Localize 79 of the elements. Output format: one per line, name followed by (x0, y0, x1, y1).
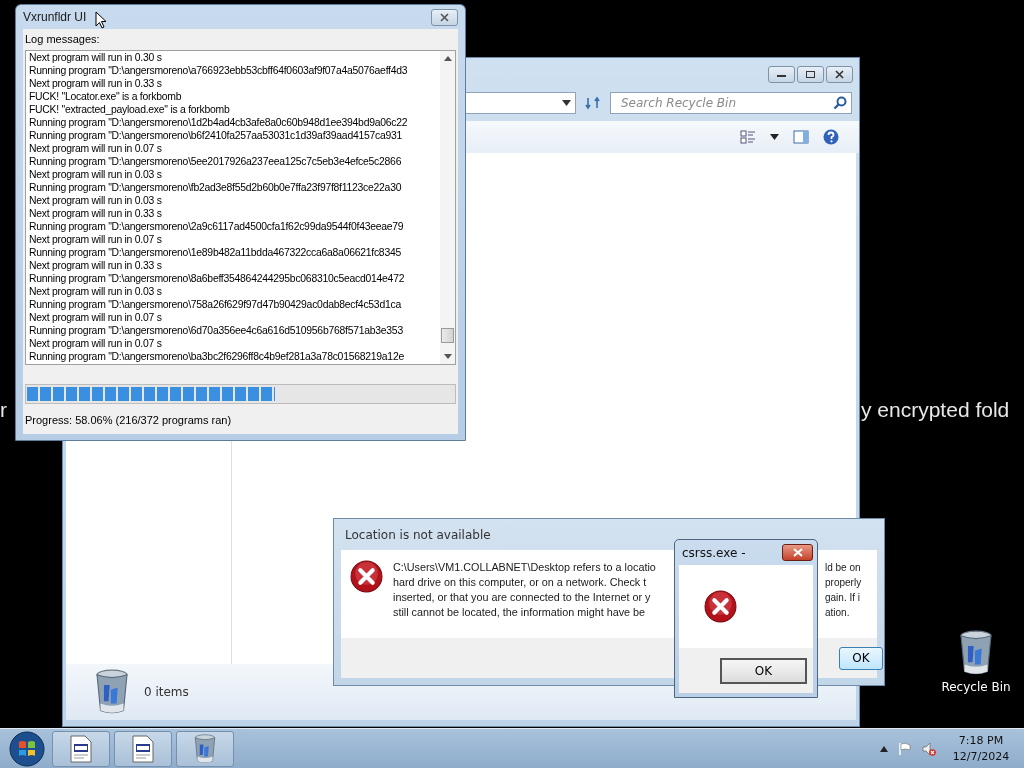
close-button[interactable] (826, 66, 853, 83)
message-text: ation. (825, 606, 851, 620)
minimize-button[interactable] (768, 66, 795, 83)
scroll-down-icon[interactable] (443, 354, 452, 359)
log-line: Next program will run in 0.30 s (29, 51, 163, 64)
item-count: 0 items (144, 685, 189, 699)
flag-icon[interactable] (898, 741, 912, 756)
dialog-title: csrss.exe - (681, 545, 746, 560)
search-field[interactable]: Search Recycle Bin (619, 95, 833, 111)
document-icon (131, 734, 155, 763)
error-icon (350, 560, 383, 593)
message-text: properly (825, 576, 863, 590)
message-text: ld be on (825, 561, 862, 575)
recycle-bin-icon (958, 630, 994, 676)
search-box[interactable]: Search Recycle Bin (610, 92, 852, 114)
maximize-icon (805, 70, 816, 79)
cursor-icon (95, 11, 107, 29)
recycle-bin-icon (193, 733, 217, 764)
dialog-title: Location is not available (344, 526, 492, 544)
log-line: Next program will run in 0.33 s (29, 207, 163, 220)
log-line: Next program will run in 0.33 s (29, 77, 163, 90)
close-icon (834, 70, 845, 79)
desktop-icon-label[interactable]: Recycle Bin (941, 680, 1011, 694)
log-line: Next program will run in 0.33 s (29, 259, 163, 272)
log-line: Running program "D:\angersmoreno\fb2ad3e8f55d2b60b0e7ffa23f97f8f1123ce22a30 (29, 181, 403, 194)
log-line: Running program "D:\angersmoreno\ba3bc2f6296ff8c4b9ef281a3a78c01568219a12e (29, 350, 405, 363)
clock-date[interactable]: 12/7/2024 (952, 748, 1010, 765)
message-text: inserted, or that you are connected to the Internet or y (393, 590, 652, 605)
maximize-button[interactable] (797, 66, 824, 83)
log-line: Running program "D:\angersmoreno\8a6beff354864244295bc068310c5eacd014e472 (29, 272, 406, 285)
log-line: Next program will run in 0.03 s (29, 168, 163, 181)
log-line: Running program "D:\angersmoreno\1d2b4ad4cb3afe8a0c60b948d1ee394bd9a06c22 (29, 116, 409, 129)
log-line: Running program "D:\angersmoreno\b6f2410fa257aa53031c1d39af39aad4157ca931 (29, 129, 404, 142)
log-line: Next program will run in 0.07 s (29, 311, 163, 324)
log-line: Next program will run in 0.07 s (29, 233, 163, 246)
log-line: Next program will run in 0.03 s (29, 285, 163, 298)
message-text: C:\Users\VM1.COLLABNET\Desktop refers to a locatio (393, 560, 657, 575)
log-line: FUCK! "Locator.exe" is a forkbomb (29, 90, 183, 103)
log-line: Running program "D:\angersmoreno\5ee2017926a237eea125c7c5eb3e4efce5c2866 (29, 155, 403, 168)
view-options-icon[interactable] (740, 129, 756, 145)
recycle-bin-icon (94, 669, 130, 715)
log-line: FUCK! "extracted_payload.exe" is a forkbomb (29, 103, 231, 116)
taskbar-button[interactable] (114, 730, 172, 767)
close-button[interactable] (431, 8, 458, 26)
start-button[interactable] (8, 729, 46, 768)
help-icon[interactable] (823, 129, 839, 145)
scroll-up-icon[interactable] (443, 56, 452, 61)
scrollbar[interactable] (440, 51, 455, 364)
log-line: Running program "D:\angersmoreno\6d70a356ee4c6a616d510956b768f571ab3e353 (29, 324, 404, 337)
log-line: Running program "D:\angersmoreno\a766923ebb53cbff64f0603af9f07a4a5076aeff4d3 (29, 64, 409, 77)
log-line: Running program "D:\angersmoreno\758a26f629f97d47b90429ac0dab8ecf4c53d1ca (29, 298, 402, 311)
show-hidden-icons-icon[interactable] (880, 745, 888, 752)
message-text: hard drive on this computer, or on a network. Check t (393, 575, 648, 590)
close-icon (439, 12, 450, 22)
window-title: Vxrunfldr UI (23, 10, 87, 24)
banner-text: y encrypted fold (861, 398, 1010, 422)
close-button[interactable] (782, 544, 813, 561)
ok-button[interactable]: OK (720, 657, 807, 684)
log-line: Next program will run in 0.07 s (29, 142, 163, 155)
ok-button[interactable]: OK (839, 646, 883, 670)
taskbar-button[interactable] (52, 730, 110, 767)
scrollbar-thumb[interactable] (441, 328, 454, 343)
clock-time[interactable]: 7:18 PM (958, 732, 1004, 749)
close-icon (792, 548, 803, 557)
banner-text: r (0, 398, 7, 422)
progress-text: Progress: 58.06% (216/372 programs ran) (25, 414, 233, 426)
message-text: still cannot be located, the information might have be (393, 605, 647, 620)
message-text: gain. If i (825, 591, 862, 605)
muted-speaker-icon[interactable] (922, 741, 936, 756)
dropdown-icon[interactable] (562, 100, 571, 106)
log-line: Next program will run in 0.03 s (29, 194, 163, 207)
error-icon (704, 590, 737, 623)
log-label: Log messages: (25, 33, 101, 45)
search-icon[interactable] (833, 96, 847, 110)
document-icon (69, 734, 93, 763)
log-line: Next program will run in 0.07 s (29, 337, 163, 350)
dropdown-icon[interactable] (770, 134, 779, 140)
log-line: Running program "D:\angersmoreno\1e89b482a11bdda467322cca6a8a06621fc8345 (29, 246, 402, 259)
log-line: Running program "D:\angersmoreno\2a9c6117ad4500cfa1f62c99da9544f0f43eeae79 (29, 220, 405, 233)
